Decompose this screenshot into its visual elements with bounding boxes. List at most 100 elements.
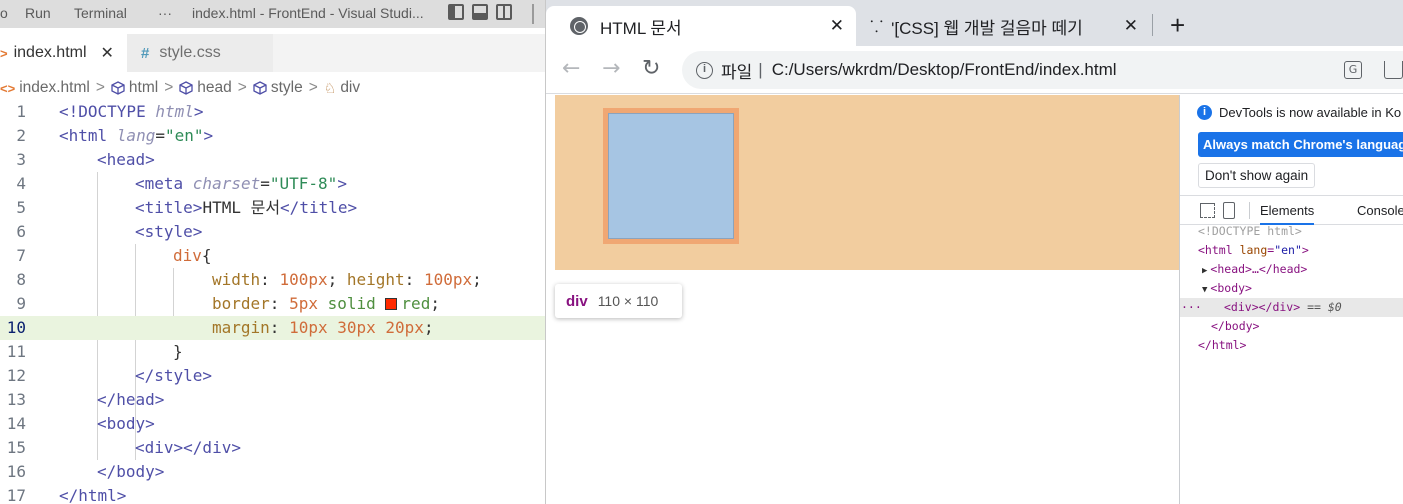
back-icon[interactable]: ← [562,56,580,81]
inspect-tooltip: div 110 × 110 [555,284,682,318]
devtools-panel: i DevTools is now available in Ko Always… [1179,95,1403,504]
device-toolbar-icon[interactable] [1223,202,1235,219]
tree-html[interactable]: <html lang="en"> [1198,241,1309,260]
inspect-element-icon[interactable] [1200,203,1215,218]
margin-highlight [555,95,1179,270]
collapse-icon[interactable]: ▼ [1202,285,1207,295]
browser-tab-html[interactable]: HTML 문서 ✕ [546,6,856,46]
info-icon: i [1197,105,1212,120]
tree-doctype[interactable]: <!DOCTYPE html> [1198,222,1302,241]
tab-style-css[interactable]: # style.css [127,34,273,72]
expand-icon[interactable]: ▶ [1202,266,1207,276]
editor-tabs: > index.html ✕ # style.css [0,34,545,72]
code-line: 12 </style> [6,366,213,385]
breadcrumb-index-html[interactable]: <> index.html [0,79,90,97]
code-line: 6 <style> [16,222,203,241]
tab-console[interactable]: Console [1357,203,1403,218]
code-line: 9 border: 5px solid red; [16,294,440,313]
new-tab-button[interactable]: + [1170,10,1185,41]
toggle-sidebar-icon[interactable] [448,4,464,20]
menu-terminal[interactable]: Terminal [74,5,127,21]
code-line: 11} [6,342,183,361]
tab-label: index.html [13,44,87,61]
color-swatch[interactable] [385,298,398,310]
tooltip-size: 110 × 110 [597,293,659,309]
cube-icon [253,81,267,95]
dont-show-again-button[interactable]: Don't show again [1198,163,1316,188]
toggle-panel-icon[interactable] [472,4,488,20]
vscode-titlebar: o Run Terminal ··· index.html - FrontEnd… [0,0,545,28]
forward-icon[interactable]: → [602,56,620,81]
tree-html-close[interactable]: </html> [1198,336,1246,355]
breadcrumb-head[interactable]: head [179,79,232,97]
toolbar-separator [1249,202,1250,219]
share-icon[interactable] [1384,61,1403,79]
devtools-toolbar: Elements Console [1180,195,1403,225]
devtools-banner: i DevTools is now available in Ko [1197,105,1401,120]
code-line: 16 </body> [6,462,165,481]
code-line: 14 <body> [6,414,155,433]
browser-tab-strip: HTML 문서 ✕ ⸪ '[CSS] 웹 개발 걸음마 떼기 ✕ + [546,0,1403,46]
close-icon[interactable]: ✕ [830,16,844,36]
globe-icon [570,17,588,35]
tree-body-open[interactable]: ▼ <body> [1202,279,1252,298]
chrome-window: HTML 문서 ✕ ⸪ '[CSS] 웹 개발 걸음마 떼기 ✕ + ← → ↻… [546,0,1403,504]
address-bar[interactable]: i 파일 | C:/Users/wkrdm/Desktop/FrontEnd/i… [682,51,1403,89]
tab-separator [1152,14,1153,36]
tree-head[interactable]: ▶ <head>…</head> [1202,260,1307,279]
vscode-window: o Run Terminal ··· index.html - FrontEnd… [0,0,545,504]
browser-toolbar: ← → ↻ i 파일 | C:/Users/wkrdm/Desktop/Fron… [546,46,1403,94]
code-line: 13 </head> [6,390,165,409]
breadcrumb-div[interactable]: ♘ div [324,79,360,97]
code-line: 7 div{ [16,246,212,265]
scheme-label: 파일 [721,62,753,82]
match-language-button[interactable]: Always match Chrome's language [1198,132,1403,157]
page-viewport[interactable]: div 110 × 110 [546,95,1179,504]
info-icon[interactable]: i [696,61,713,79]
tab-title: HTML 문서 [600,18,682,38]
menu-partial[interactable]: o [0,5,8,21]
chevron-right-icon: > [237,79,247,96]
code-line: 4 <meta charset="UTF-8"> [16,174,347,193]
window-title: index.html - FrontEnd - Visual Studi... [192,5,424,21]
chevron-right-icon: > [95,79,105,96]
css-rule-icon: ♘ [323,79,337,96]
tree-div-selected[interactable]: ··· <div></div> == $0 [1180,298,1403,317]
code-editor[interactable]: 1 <!DOCTYPE html> 2 <html lang="en"> 3 <hea… [0,100,545,504]
cube-icon [111,81,125,95]
content-highlight [608,113,734,239]
omnibox-separator: | [758,60,763,79]
site-favicon-icon: ⸪ [870,19,883,36]
html-file-icon: > [0,45,8,61]
url-text[interactable]: C:/Users/wkrdm/Desktop/FrontEnd/index.ht… [772,60,1117,80]
chevron-right-icon: > [164,79,174,96]
close-icon[interactable]: ✕ [1124,16,1138,36]
code-line: 5 <title>HTML 문서</title> [16,198,358,217]
titlebar-separator [532,4,534,24]
code-line: 2 <html lang="en"> [16,126,214,145]
code-line: 8 width: 100px; height: 100px; [16,270,482,289]
tree-body-close[interactable]: </body> [1211,317,1259,336]
menu-run[interactable]: Run [25,5,51,21]
code-line: 15 <div></div> [6,438,241,457]
css-file-icon: # [141,44,150,62]
cube-icon [179,81,193,95]
code-line: 1 <!DOCTYPE html> [16,102,204,121]
border-highlight [603,108,739,244]
breadcrumb: <> index.html > html > head > style > ♘ … [0,76,545,100]
menu-more[interactable]: ··· [158,5,172,21]
layout-controls [448,4,520,23]
browser-tab-css[interactable]: ⸪ '[CSS] 웹 개발 걸음마 떼기 ✕ [848,6,1150,46]
breadcrumb-style[interactable]: style [253,79,303,97]
breadcrumb-html[interactable]: html [111,79,158,97]
code-line-current: 10 margin: 10px 30px 20px; [0,316,545,340]
tab-index-html[interactable]: > index.html ✕ [0,34,127,72]
reload-icon[interactable]: ↻ [642,56,660,81]
tab-label: style.css [159,44,221,61]
translate-icon[interactable]: G [1344,61,1362,79]
more-actions-icon[interactable]: ··· [1181,298,1202,317]
split-editor-icon[interactable] [496,4,512,20]
close-icon[interactable]: ✕ [101,43,114,63]
html-file-icon: <> [0,80,16,96]
code-line: 3 <head> [16,150,155,169]
